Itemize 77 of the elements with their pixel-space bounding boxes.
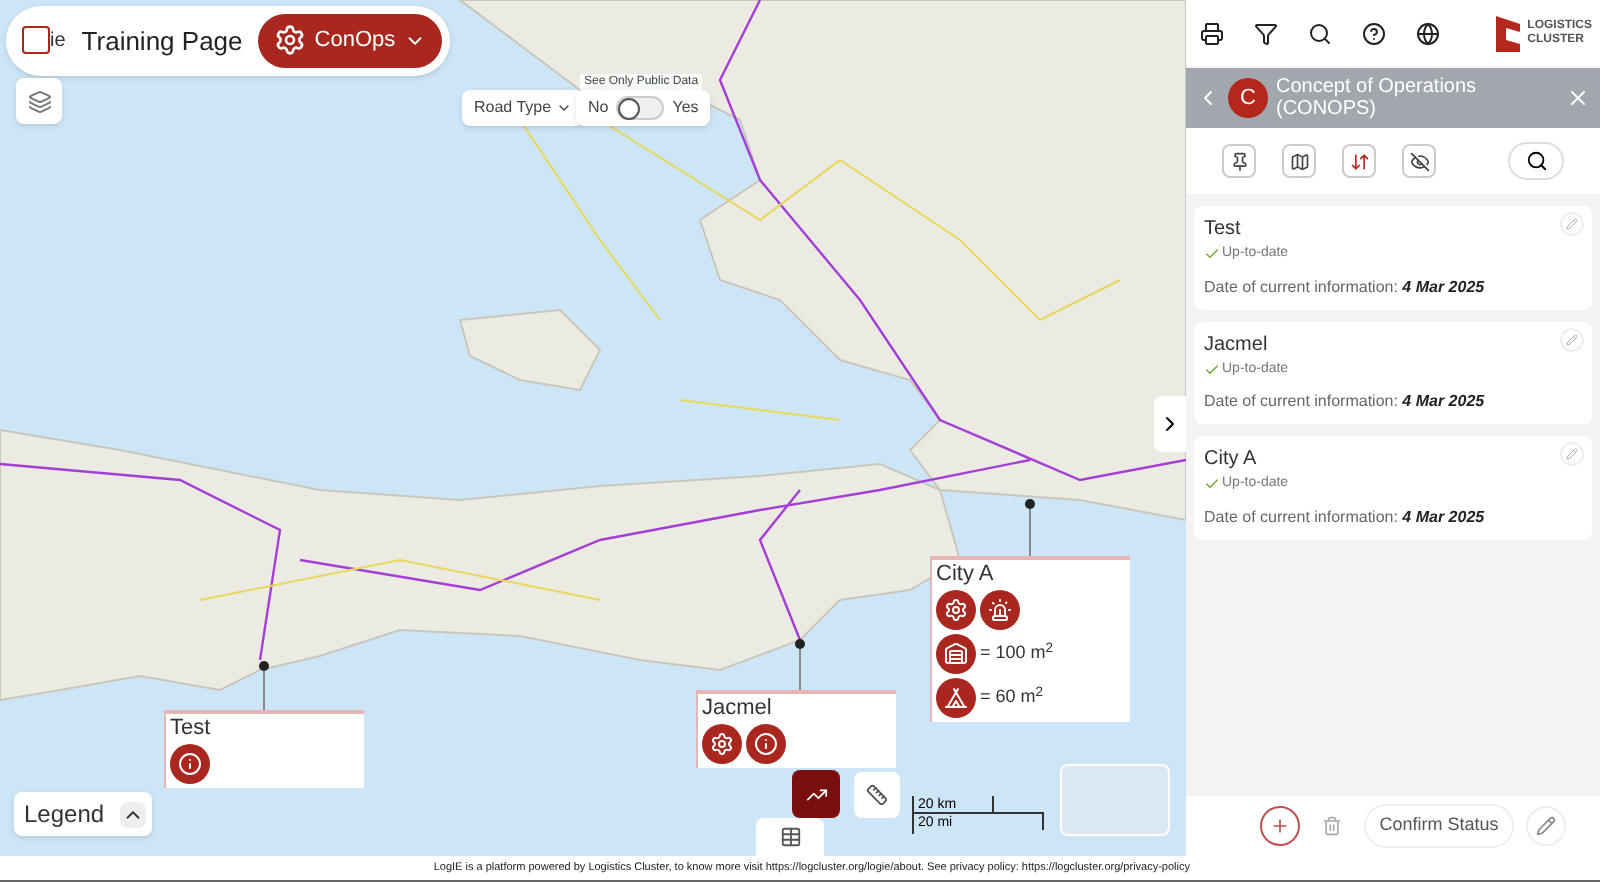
pin-icon	[1229, 151, 1249, 171]
map-button[interactable]	[1282, 144, 1316, 178]
pin-line	[258, 660, 270, 710]
print-icon	[1200, 21, 1224, 45]
info-icon	[170, 743, 210, 784]
pin-button[interactable]	[1222, 144, 1256, 178]
map-icon	[1289, 151, 1309, 171]
panel-title: Concept of Operations (CONOPS)	[1276, 76, 1479, 120]
conops-menu-button[interactable]: ConOps	[258, 14, 442, 67]
date-text: Date of current information: 4 Mar 2025	[1204, 505, 1487, 529]
logo-text: ie	[50, 27, 66, 56]
logo-icon	[22, 26, 50, 55]
layers-button[interactable]	[16, 78, 62, 124]
tent-icon	[936, 677, 976, 718]
help-icon	[1362, 21, 1386, 45]
search-button[interactable]	[1308, 21, 1332, 45]
check-icon	[1204, 246, 1220, 263]
help-button[interactable]	[1362, 21, 1386, 45]
siren-icon	[980, 589, 1020, 630]
sort-button[interactable]	[1342, 144, 1376, 178]
public-data-switch[interactable]	[616, 96, 665, 120]
marker-card[interactable]: Jacmel	[696, 690, 896, 768]
globe-icon	[1416, 21, 1440, 45]
ruler-icon	[866, 784, 888, 806]
marker-title: Jacmel	[702, 696, 774, 724]
gear-icon	[702, 723, 742, 764]
card-title: Jacmel	[1204, 331, 1268, 359]
trash-icon	[1321, 816, 1342, 836]
print-button[interactable]	[1200, 21, 1224, 45]
toggle-off-label: No	[588, 96, 609, 120]
pin-line	[1024, 498, 1036, 556]
info-icon	[746, 723, 786, 764]
pencil-icon	[1536, 816, 1557, 836]
edit-button[interactable]	[1526, 806, 1567, 846]
warehouse-icon	[936, 633, 976, 674]
legend-button[interactable]: Legend	[14, 792, 153, 836]
caret-icon	[555, 100, 572, 116]
marker-title: Test	[170, 716, 213, 744]
card-title: City A	[1204, 446, 1257, 474]
check-icon	[1204, 361, 1220, 378]
area-text: = 100 m$^{2}$	[980, 640, 1054, 666]
globe-button[interactable]	[1416, 21, 1440, 45]
chart-toggle-button[interactable]	[792, 770, 840, 818]
road-type-dropdown[interactable]: Road Type	[462, 90, 584, 126]
marker-card[interactable]: City A = 100 m$^{2}$ = 60 m$^{2}$	[930, 556, 1130, 722]
expand-panel-button[interactable]	[1154, 396, 1186, 452]
brand-logo-icon	[1491, 11, 1524, 55]
date-text: Date of current information: 4 Mar 2025	[1204, 275, 1487, 299]
gear-icon	[936, 589, 976, 630]
date-text: Date of current information: 4 Mar 2025	[1204, 390, 1487, 414]
layers-icon	[27, 89, 51, 113]
search-button[interactable]	[1508, 142, 1564, 180]
confirm-status-button[interactable]: Confirm Status	[1363, 804, 1515, 848]
table-button[interactable]	[756, 818, 824, 856]
pencil-icon	[1566, 333, 1578, 345]
add-button[interactable]	[1259, 806, 1300, 846]
search-icon	[1308, 21, 1332, 45]
gear-icon	[274, 24, 307, 57]
plus-icon	[1269, 816, 1290, 836]
pencil-icon	[1566, 218, 1578, 230]
pencil-icon	[1566, 448, 1578, 460]
search-icon	[1525, 150, 1547, 172]
marker-title: City A	[936, 562, 996, 590]
hide-button[interactable]	[1402, 144, 1436, 178]
sort-icon	[1349, 151, 1369, 171]
filter-icon	[1254, 21, 1278, 45]
measure-button[interactable]	[854, 772, 900, 818]
marker-card[interactable]: Test	[164, 710, 364, 788]
card-title: Test	[1204, 216, 1241, 244]
toggle-on-label: Yes	[672, 96, 699, 120]
eye-off-icon	[1409, 151, 1429, 171]
area-text: = 60 m$^{2}$	[980, 684, 1044, 710]
filter-button[interactable]	[1254, 21, 1278, 45]
check-icon	[1204, 476, 1220, 493]
pin-line	[794, 638, 806, 690]
table-icon	[779, 826, 801, 848]
page-title: Training Page	[81, 23, 243, 60]
